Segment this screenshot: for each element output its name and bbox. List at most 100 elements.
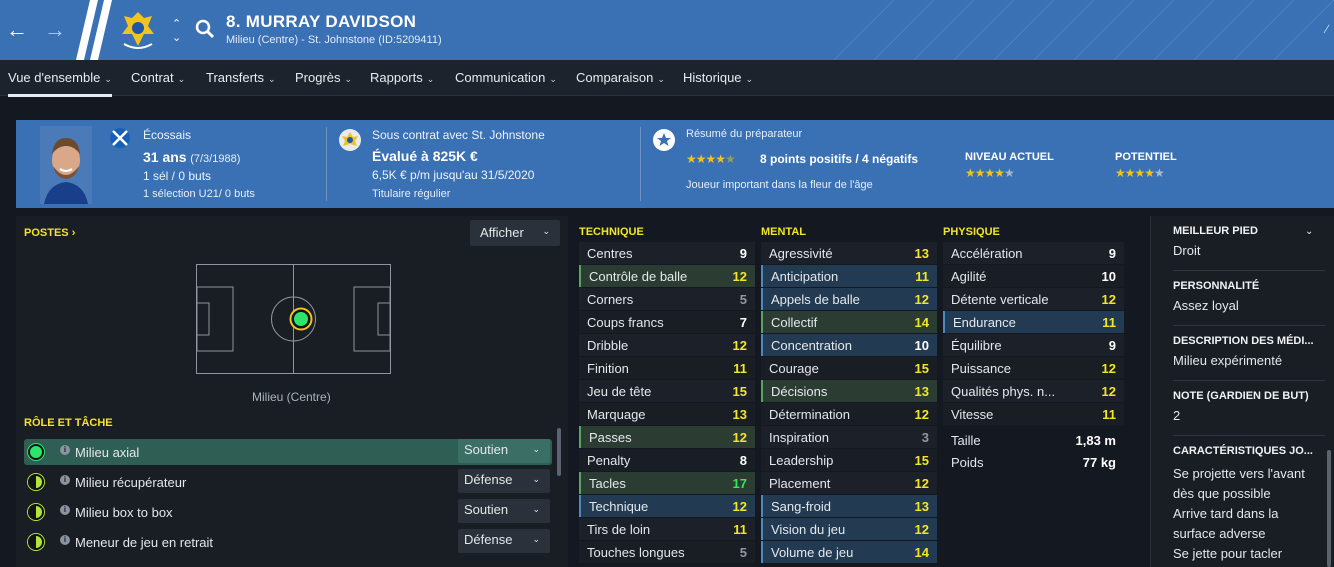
previous-player-icon[interactable]: ⌃ xyxy=(172,18,181,30)
next-player-icon[interactable]: ⌄ xyxy=(172,32,181,44)
attribute-row[interactable]: Agressivité 13 xyxy=(761,242,937,264)
tab-label: Progrès xyxy=(295,70,341,85)
attribute-row[interactable]: Qualités phys. n... 12 xyxy=(943,380,1124,402)
chevron-down-icon[interactable]: ⌄ xyxy=(1305,226,1313,237)
position-label: Milieu (Centre) xyxy=(252,390,331,404)
attribute-value: 11 xyxy=(1102,315,1116,330)
attribute-row[interactable]: Placement 12 xyxy=(761,472,937,494)
duty-dropdown[interactable]: Défense ⌄ xyxy=(458,529,550,553)
chevron-down-icon: ⌄ xyxy=(532,444,540,454)
attribute-row[interactable]: Contrôle de balle 12 xyxy=(579,265,755,287)
roles-scrollbar[interactable] xyxy=(557,428,561,476)
position-marker[interactable] xyxy=(289,307,313,331)
attribute-value: 12 xyxy=(1101,361,1116,376)
duty-dropdown[interactable]: Soutien ⌄ xyxy=(458,439,550,463)
role-row[interactable]: i Milieu box to box Soutien ⌄ xyxy=(24,499,552,525)
attribute-row[interactable]: Endurance 11 xyxy=(943,311,1124,333)
attribute-value: 12 xyxy=(914,407,929,422)
attribute-row[interactable]: Jeu de tête 15 xyxy=(579,380,755,402)
attribute-row[interactable]: Concentration 10 xyxy=(761,334,937,356)
attribute-value: 12 xyxy=(732,269,747,284)
role-row[interactable]: i Meneur de jeu en retrait Défense ⌄ xyxy=(24,529,552,555)
attribute-value: 14 xyxy=(914,545,929,560)
attribute-row[interactable]: Penalty 8 xyxy=(579,449,755,471)
attribute-value: 12 xyxy=(914,522,929,537)
mental-heading: MENTAL xyxy=(761,226,807,238)
attribute-row[interactable]: Tacles 17 xyxy=(579,472,755,494)
info-icon[interactable]: i xyxy=(60,445,70,455)
attribute-row[interactable]: Volume de jeu 14 xyxy=(761,541,937,563)
attribute-name: Décisions xyxy=(771,384,828,399)
role-row[interactable]: i Milieu axial Soutien ⌄ xyxy=(24,439,552,465)
scout-points: 8 points positifs / 4 négatifs xyxy=(760,152,919,166)
attribute-row[interactable]: Finition 11 xyxy=(579,357,755,379)
attribute-row[interactable]: Centres 9 xyxy=(579,242,755,264)
club-crest-icon[interactable] xyxy=(118,8,158,52)
attribute-row[interactable]: Vitesse 11 xyxy=(943,403,1124,425)
player-trait: Arrive tard dans la surface adverse xyxy=(1173,506,1279,541)
tab-transfers[interactable]: Transferts ⌄ xyxy=(206,70,276,85)
role-row[interactable]: i Milieu récupérateur Défense ⌄ xyxy=(24,469,552,495)
duty-label: Soutien xyxy=(464,442,509,457)
attribute-value: 13 xyxy=(914,384,929,399)
attribute-row[interactable]: Inspiration 3 xyxy=(761,426,937,448)
tab-progress[interactable]: Progrès ⌄ xyxy=(295,70,352,85)
show-dropdown[interactable]: Afficher ⌄ xyxy=(470,220,560,246)
scout-description: Joueur important dans la fleur de l'âge xyxy=(686,179,873,191)
attribute-value: 11 xyxy=(733,361,747,376)
attribute-row[interactable]: Puissance 12 xyxy=(943,357,1124,379)
info-icon[interactable]: i xyxy=(60,475,70,485)
attribute-value: 7 xyxy=(739,315,747,330)
attribute-row[interactable]: Décisions 13 xyxy=(761,380,937,402)
resize-icon[interactable]: ∕ xyxy=(1326,22,1328,36)
tab-comparison[interactable]: Comparaison ⌄ xyxy=(576,70,665,85)
tab-reports[interactable]: Rapports ⌄ xyxy=(370,70,434,85)
scout-summary-title: Résumé du préparateur xyxy=(686,128,803,140)
chevron-down-icon: ⌄ xyxy=(657,74,665,84)
attribute-row[interactable]: Appels de balle 12 xyxy=(761,288,937,310)
attribute-name: Contrôle de balle xyxy=(589,269,688,284)
attribute-row[interactable]: Sang-froid 13 xyxy=(761,495,937,517)
forward-arrow-icon[interactable]: → xyxy=(44,16,66,44)
attribute-name: Volume de jeu xyxy=(771,545,854,560)
attribute-row[interactable]: Équilibre 9 xyxy=(943,334,1124,356)
attribute-row[interactable]: Touches longues 5 xyxy=(579,541,755,563)
attribute-row[interactable]: Corners 5 xyxy=(579,288,755,310)
age-line: 31 ans (7/3/1988) xyxy=(143,149,240,165)
attribute-name: Courage xyxy=(769,361,819,376)
attribute-row[interactable]: Tirs de loin 11 xyxy=(579,518,755,540)
attribute-row[interactable]: Leadership 15 xyxy=(761,449,937,471)
tab-history[interactable]: Historique ⌄ xyxy=(683,70,753,85)
info-icon[interactable]: i xyxy=(60,535,70,545)
attribute-row[interactable]: Dribble 12 xyxy=(579,334,755,356)
tab-overview[interactable]: Vue d'ensemble ⌄ xyxy=(8,70,112,97)
player-photo[interactable] xyxy=(40,126,92,204)
tab-contract[interactable]: Contrat ⌄ xyxy=(131,70,185,85)
duty-dropdown[interactable]: Soutien ⌄ xyxy=(458,499,550,523)
attribute-name: Centres xyxy=(587,246,633,261)
media-description-label: DESCRIPTION DES MÉDI... xyxy=(1173,335,1314,347)
positions-heading[interactable]: POSTES › xyxy=(24,227,75,239)
back-arrow-icon[interactable]: ← xyxy=(6,16,28,44)
sidebar-scrollbar[interactable] xyxy=(1327,450,1331,567)
search-icon[interactable] xyxy=(194,18,216,40)
attribute-row[interactable]: Accélération 9 xyxy=(943,242,1124,264)
attribute-row[interactable]: Technique 12 xyxy=(579,495,755,517)
info-icon[interactable]: i xyxy=(60,505,70,515)
attribute-row[interactable]: Passes 12 xyxy=(579,426,755,448)
attribute-name: Accélération xyxy=(951,246,1023,261)
duty-label: Défense xyxy=(464,472,513,487)
attribute-row[interactable]: Coups francs 7 xyxy=(579,311,755,333)
attribute-row[interactable]: Détermination 12 xyxy=(761,403,937,425)
attribute-row[interactable]: Agilité 10 xyxy=(943,265,1124,287)
attribute-row[interactable]: Anticipation 11 xyxy=(761,265,937,287)
duty-dropdown[interactable]: Défense ⌄ xyxy=(458,469,550,493)
attribute-row[interactable]: Collectif 14 xyxy=(761,311,937,333)
attribute-row[interactable]: Courage 15 xyxy=(761,357,937,379)
attribute-row[interactable]: Détente verticale 12 xyxy=(943,288,1124,310)
tab-communication[interactable]: Communication ⌄ xyxy=(455,70,557,85)
attribute-value: 13 xyxy=(732,407,747,422)
attribute-row[interactable]: Marquage 13 xyxy=(579,403,755,425)
attribute-row[interactable]: Vision du jeu 12 xyxy=(761,518,937,540)
divider xyxy=(326,127,327,201)
